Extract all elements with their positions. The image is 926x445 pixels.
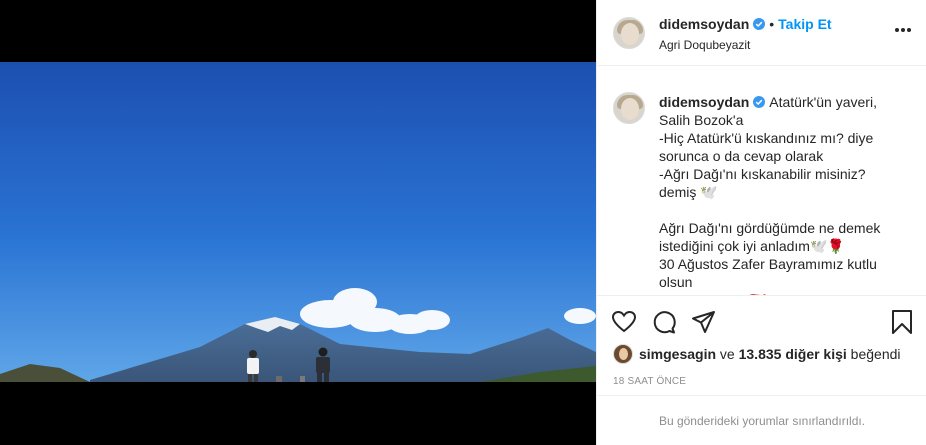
liker-username[interactable]: simgesagin (639, 346, 716, 362)
caption-author-avatar[interactable] (613, 92, 645, 124)
likes-suffix: beğendi (846, 346, 901, 362)
post-timestamp[interactable]: 18 SAAT ÖNCE (613, 376, 686, 387)
likes-connector: ve (716, 346, 739, 362)
separator-dot: • (769, 16, 775, 32)
post-header: didemsoydan • Takip Et Agri Doqubeyazit (597, 0, 926, 66)
heart-icon[interactable] (611, 309, 637, 335)
comments-limited-notice: Bu gönderideki yorumlar sınırlandırıldı. (597, 395, 926, 445)
action-bar (597, 305, 926, 341)
author-avatar[interactable] (613, 17, 645, 49)
verified-badge-icon (753, 18, 766, 30)
post-photo (0, 62, 596, 382)
caption-text: Atatürk'ün yaveri, Salih Bozok'a -Hiç At… (659, 94, 881, 295)
follow-button[interactable]: Takip Et (778, 16, 831, 32)
post-media[interactable] (0, 0, 596, 445)
share-icon[interactable] (691, 309, 717, 335)
author-username[interactable]: didemsoydan (659, 16, 749, 32)
post-caption: didemsoydan Atatürk'ün yaveri, Salih Bozo… (659, 93, 899, 295)
likes-count-link[interactable]: 13.835 diğer kişi (739, 346, 847, 362)
more-options-icon[interactable] (895, 28, 913, 34)
liker-avatar[interactable] (613, 344, 633, 364)
caption-section: didemsoydan Atatürk'ün yaveri, Salih Bozo… (597, 67, 926, 296)
post-side-panel: didemsoydan • Takip Et Agri Doqubeyazit di… (596, 0, 926, 445)
comment-icon[interactable] (651, 309, 677, 335)
verified-badge-icon (753, 96, 766, 108)
caption-username[interactable]: didemsoydan (659, 94, 749, 110)
author-line: didemsoydan • Takip Et (659, 16, 832, 32)
post-location[interactable]: Agri Doqubeyazit (659, 38, 750, 52)
bookmark-icon[interactable] (889, 309, 915, 335)
likes-summary: simgesagin ve 13.835 diğer kişi beğendi (613, 344, 901, 368)
